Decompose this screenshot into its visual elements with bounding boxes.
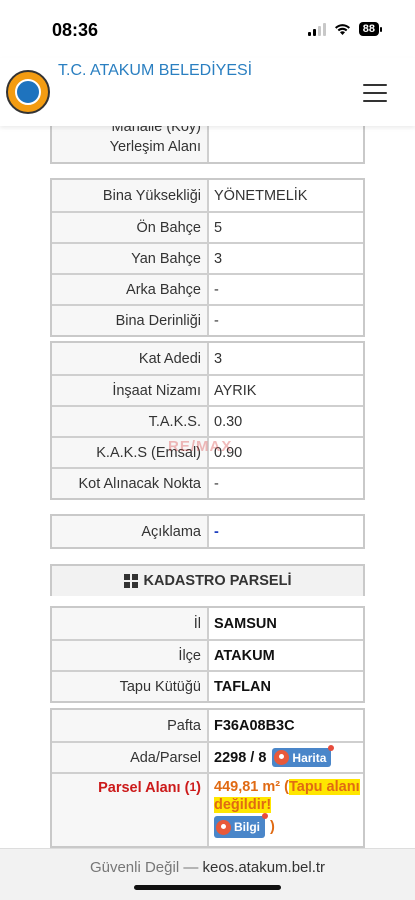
floor-table: Kat Adedi 3 İnşaat Nizamı AYRIK T.A.K.S. 0.… — [50, 341, 365, 500]
site-title[interactable]: T.C. ATAKUM BELEDİYESİ — [58, 62, 252, 80]
site-header: T.C. ATAKUM BELEDİYESİ — [0, 58, 415, 126]
grid-icon — [123, 574, 138, 588]
bilgi-button[interactable]: Bilgi — [214, 813, 268, 838]
table-row: Bina Derinliği - — [52, 304, 363, 335]
table-row: Açıklama - — [52, 516, 363, 547]
table-row: İnşaat Nizamı AYRIK — [52, 374, 363, 405]
harita-button[interactable]: Harita — [272, 745, 335, 767]
battery-icon: 88 — [358, 22, 383, 36]
table-row: İlçe ATAKUM — [52, 639, 363, 670]
parcel-table: Pafta F36A08B3C Ada/Parsel 2298 / 8 Hari… — [50, 708, 365, 848]
table-row: Kot Alınacak Nokta - — [52, 467, 363, 498]
status-bar: 08:36 88 — [0, 0, 415, 58]
notification-dot — [328, 745, 335, 751]
table-row: Pafta F36A08B3C — [52, 710, 363, 741]
table-row: Mahalle (Köy) Yerleşim Alanı — [52, 126, 363, 162]
building-table: Bina Yüksekliği YÖNETMELİK Ön Bahçe 5 Yan … — [50, 178, 365, 337]
location-table: Mahalle (Köy) Yerleşim Alanı — [50, 126, 365, 164]
status-time: 08:36 — [52, 20, 99, 40]
signal-icon — [307, 22, 326, 36]
parsel-area-value: 449,81 m² ( — [214, 779, 289, 795]
kadastro-location-table: İl SAMSUN İlçe ATAKUM Tapu Kütüğü TAFLAN — [50, 606, 365, 703]
browser-url-bar[interactable]: Güvenli Değil — keos.atakum.bel.tr — [0, 848, 415, 900]
table-row: Ada/Parsel 2298 / 8 Harita — [52, 741, 363, 772]
notification-dot — [262, 813, 268, 819]
table-row: Kat Adedi 3 — [52, 343, 363, 374]
ada-parsel-value: 2298 / 8 — [214, 749, 267, 766]
wifi-icon — [334, 23, 350, 35]
description-table: Açıklama - — [50, 514, 365, 549]
table-row: İl SAMSUN — [52, 608, 363, 639]
municipality-logo[interactable] — [6, 70, 50, 114]
home-indicator[interactable] — [134, 885, 281, 890]
status-icons: 88 — [307, 22, 383, 36]
table-row: Bina Yüksekliği YÖNETMELİK — [52, 180, 363, 211]
table-row: Yan Bahçe 3 — [52, 242, 363, 273]
remax-watermark: RE/MAX — [168, 438, 233, 455]
parsel-area-label: Parsel Alanı ( — [98, 780, 190, 796]
table-row: Ön Bahçe 5 — [52, 211, 363, 242]
hamburger-menu-icon[interactable] — [363, 84, 387, 102]
url-domain: keos.atakum.bel.tr — [202, 859, 326, 876]
kadastro-section-header: KADASTRO PARSELİ — [50, 564, 365, 596]
security-status: Güvenli Değil — — [89, 859, 203, 876]
table-row: T.A.K.S. 0.30 — [52, 405, 363, 436]
table-row: Parsel Alanı (1) 449,81 m² (Tapu alanı d… — [52, 772, 363, 846]
main-content: Mahalle (Köy) Yerleşim Alanı Bina Yüksek… — [0, 126, 415, 848]
section-title: KADASTRO PARSELİ — [143, 573, 292, 589]
map-pin-icon — [274, 750, 290, 765]
info-pin-icon — [216, 819, 231, 835]
table-row: Tapu Kütüğü TAFLAN — [52, 670, 363, 701]
table-row: Arka Bahçe - — [52, 273, 363, 304]
